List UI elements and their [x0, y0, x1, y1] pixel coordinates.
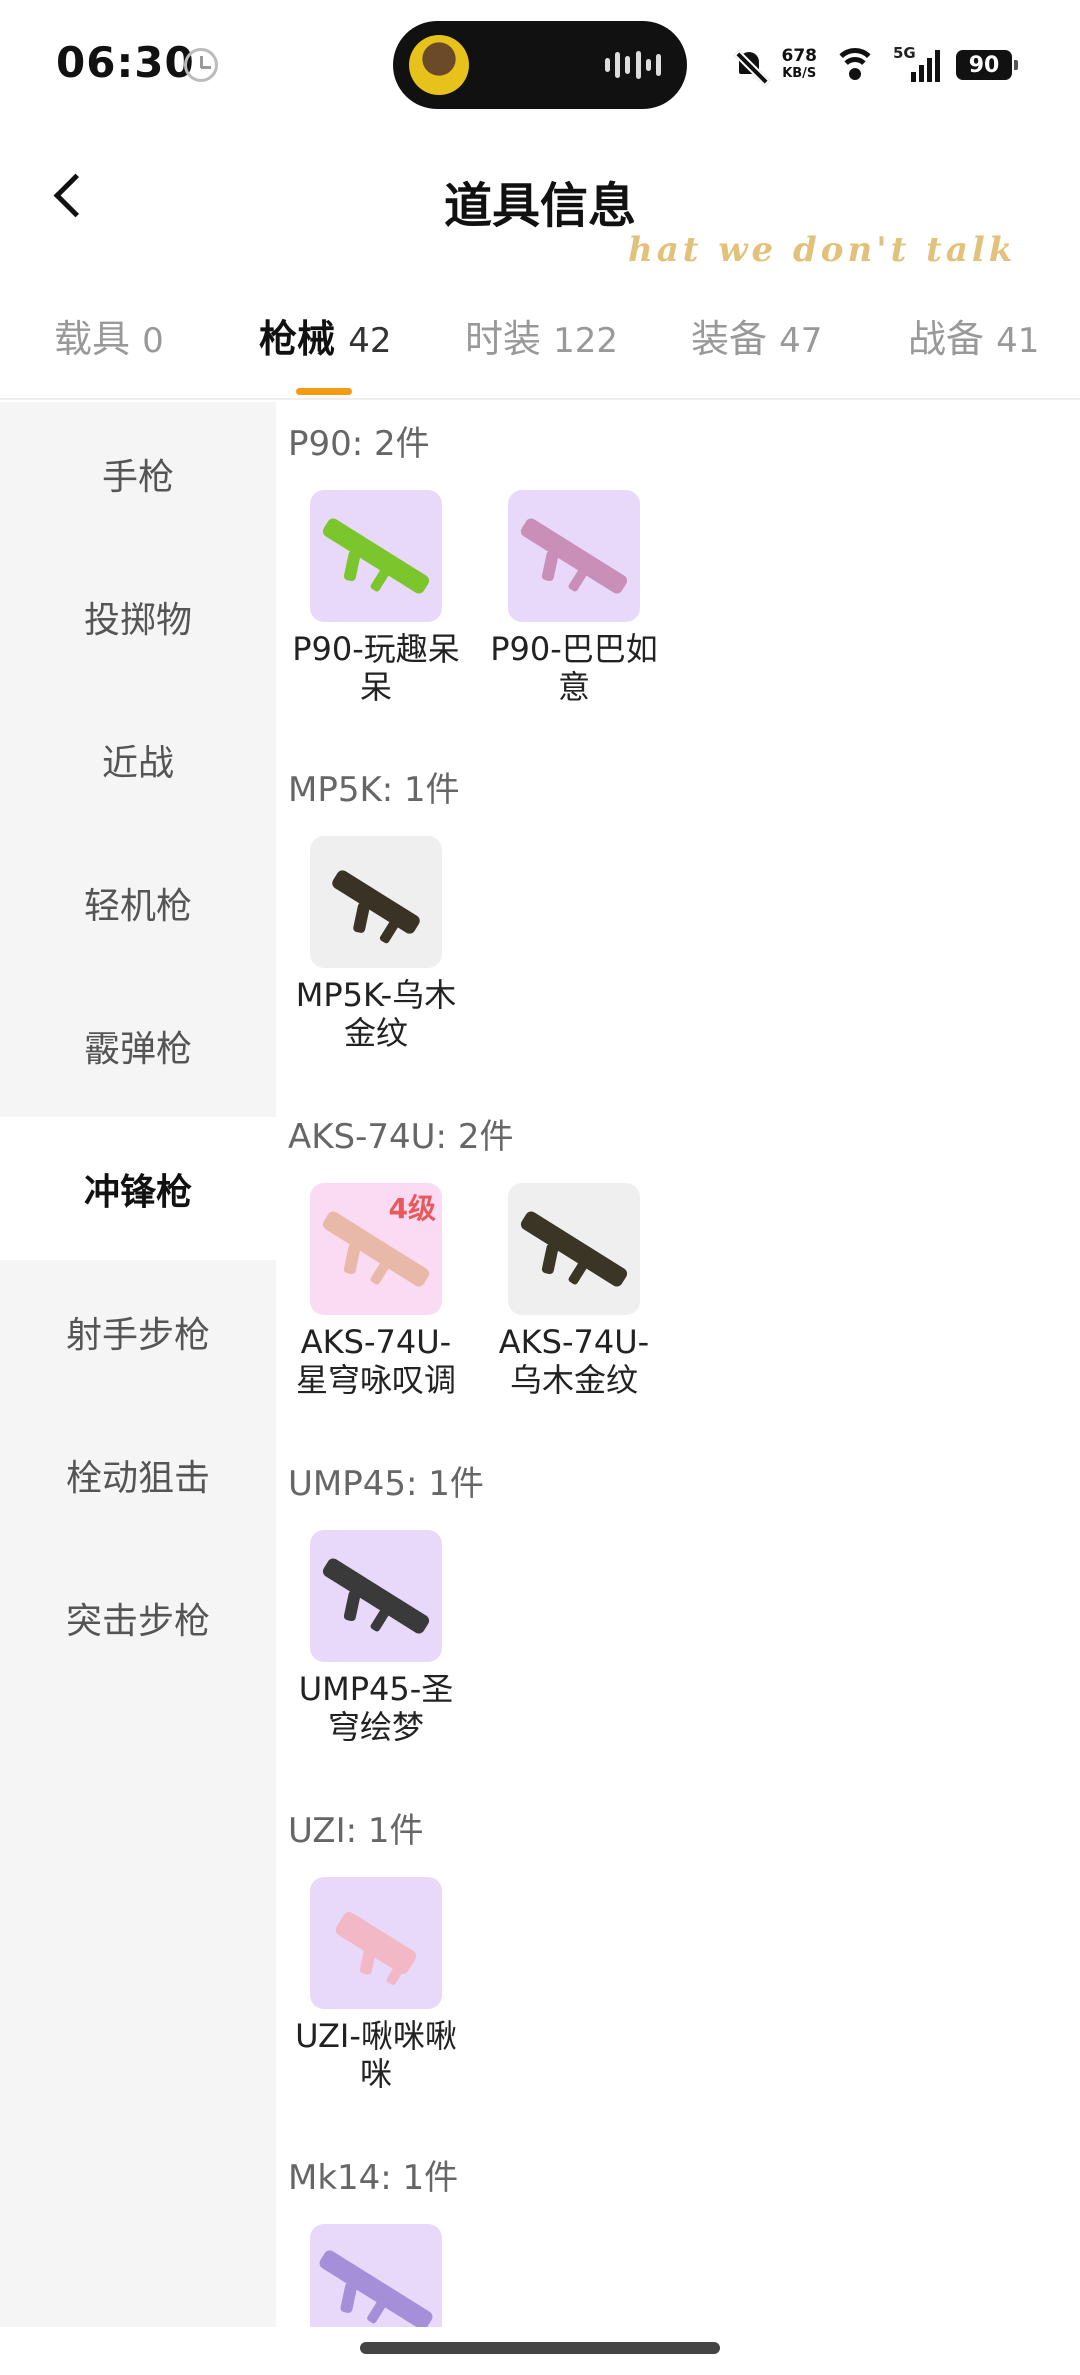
mk14-gun-icon — [317, 2248, 435, 2327]
sidebar-item-bolt-sniper[interactable]: 栓动狙击 — [0, 1403, 276, 1546]
dynamic-island[interactable] — [393, 21, 687, 109]
weapon-list: P90: 2件 P90-玩趣呆呆 P90-巴巴如意 MP5K: 1件 MP5K-… — [276, 402, 1080, 2327]
sidebar-item-dmr[interactable]: 射手步枪 — [0, 1260, 276, 1403]
weapon-name: P90-巴巴如意 — [490, 630, 658, 706]
weapon-name: MP5K-乌木金纹 — [295, 976, 457, 1052]
aks74u-gun-icon — [518, 1209, 630, 1289]
sidebar-item-melee[interactable]: 近战 — [0, 688, 276, 831]
weapon-thumbnail — [508, 1183, 640, 1315]
tab-combat-supplies[interactable]: 战备 41 — [908, 308, 1039, 363]
tab-label: 时装 — [465, 317, 542, 361]
sidebar-item-pistol[interactable]: 手枪 — [0, 402, 276, 545]
group-title: UZI: 1件 — [288, 1811, 424, 1851]
sidebar-item-lmg[interactable]: 轻机枪 — [0, 831, 276, 974]
sidebar-item-assault-rifle[interactable]: 突击步枪 — [0, 1546, 276, 1689]
category-tabs: 载具 0 枪械 42 时装 122 装备 47 战备 41 — [0, 290, 1080, 400]
weapon-name: AKS-74U-乌木金纹 — [498, 1323, 650, 1399]
tab-vehicles[interactable]: 载具 0 — [54, 308, 164, 363]
tab-label: 枪械 — [259, 317, 336, 361]
status-bar: 06:30 678 KB/S 5G 90 — [0, 0, 1080, 130]
weapon-type-sidebar: 手枪 投掷物 近战 轻机枪 霰弹枪 冲锋枪 射手步枪 栓动狙击 突击步枪 — [0, 402, 276, 2327]
net-speed-value: 678 — [781, 46, 818, 66]
tab-guns[interactable]: 枪械 42 — [259, 308, 392, 363]
net-speed-unit: KB/S — [782, 66, 817, 81]
battery-icon: 90 — [956, 50, 1018, 80]
ump45-gun-icon — [320, 1556, 432, 1636]
tab-count: 47 — [779, 321, 823, 361]
tab-outfits[interactable]: 时装 122 — [465, 308, 618, 363]
battery-level: 90 — [968, 52, 1000, 78]
level-badge: 4级 — [388, 1192, 436, 1225]
uzi-gun-icon — [333, 1909, 419, 1977]
tab-label: 载具 — [54, 317, 131, 361]
weapon-name: AKS-74U-星穹咏叹调 — [295, 1323, 456, 1399]
alarm-clock-icon — [184, 48, 218, 82]
group-title: MP5K: 1件 — [288, 770, 460, 810]
weapon-item[interactable]: UZI-啾咪啾咪 — [288, 1877, 464, 2093]
group-title: AKS-74U: 2件 — [288, 1117, 514, 1157]
weapon-thumbnail — [310, 1530, 442, 1662]
cell-signal-icon: 5G — [893, 44, 940, 82]
group-title: P90: 2件 — [288, 424, 430, 464]
tab-count: 41 — [996, 321, 1040, 361]
weapon-name: UMP45-圣穹绘梦 — [298, 1670, 454, 1746]
network-type: 5G — [893, 44, 916, 62]
p90-gun-icon — [320, 516, 432, 596]
tab-count: 122 — [553, 321, 619, 361]
sidebar-item-throwable[interactable]: 投掷物 — [0, 545, 276, 688]
group-title: UMP45: 1件 — [288, 1464, 484, 1504]
page-header: 道具信息 hat we don't talk — [0, 130, 1080, 270]
group-title: Mk14: 1件 — [288, 2158, 459, 2198]
audio-wave-icon — [605, 51, 661, 79]
tab-count: 42 — [348, 321, 392, 361]
weapon-item[interactable] — [288, 2224, 464, 2327]
status-time: 06:30 — [56, 38, 195, 87]
sidebar-item-shotgun[interactable]: 霰弹枪 — [0, 974, 276, 1117]
weapon-thumbnail — [310, 1877, 442, 2009]
sidebar-item-smg[interactable]: 冲锋枪 — [0, 1117, 276, 1260]
weapon-item[interactable]: UMP45-圣穹绘梦 — [288, 1530, 464, 1746]
tab-label: 战备 — [908, 317, 985, 361]
tab-label: 装备 — [691, 317, 768, 361]
active-tab-indicator — [296, 388, 352, 395]
net-speed: 678 KB/S — [782, 48, 818, 82]
weapon-thumbnail — [310, 490, 442, 622]
watermark-text: hat we don't talk — [628, 230, 1017, 270]
tab-equipment[interactable]: 装备 47 — [691, 308, 822, 363]
weapon-thumbnail: 4级 — [310, 1183, 442, 1315]
page-title: 道具信息 — [443, 178, 636, 234]
weapon-item[interactable]: P90-巴巴如意 — [486, 490, 662, 706]
weapon-thumbnail — [310, 2224, 442, 2327]
tab-count: 0 — [142, 321, 164, 361]
weapon-item[interactable]: MP5K-乌木金纹 — [288, 836, 464, 1052]
p90-gun-icon — [518, 516, 630, 596]
weapon-item[interactable]: 4级 AKS-74U-星穹咏叹调 — [288, 1183, 464, 1399]
mp5k-gun-icon — [329, 868, 423, 936]
weapon-thumbnail — [508, 490, 640, 622]
weapon-item[interactable]: AKS-74U-乌木金纹 — [486, 1183, 662, 1399]
home-indicator[interactable] — [360, 2342, 720, 2354]
status-indicators: 678 KB/S 5G 90 — [734, 40, 1018, 90]
weapon-name: UZI-啾咪啾咪 — [295, 2017, 457, 2093]
wifi-icon — [833, 48, 877, 82]
weapon-thumbnail — [310, 836, 442, 968]
weapon-name: P90-玩趣呆呆 — [292, 630, 460, 706]
media-avatar-icon — [409, 35, 469, 95]
weapon-item[interactable]: P90-玩趣呆呆 — [288, 490, 464, 706]
mute-bell-icon — [734, 48, 766, 82]
